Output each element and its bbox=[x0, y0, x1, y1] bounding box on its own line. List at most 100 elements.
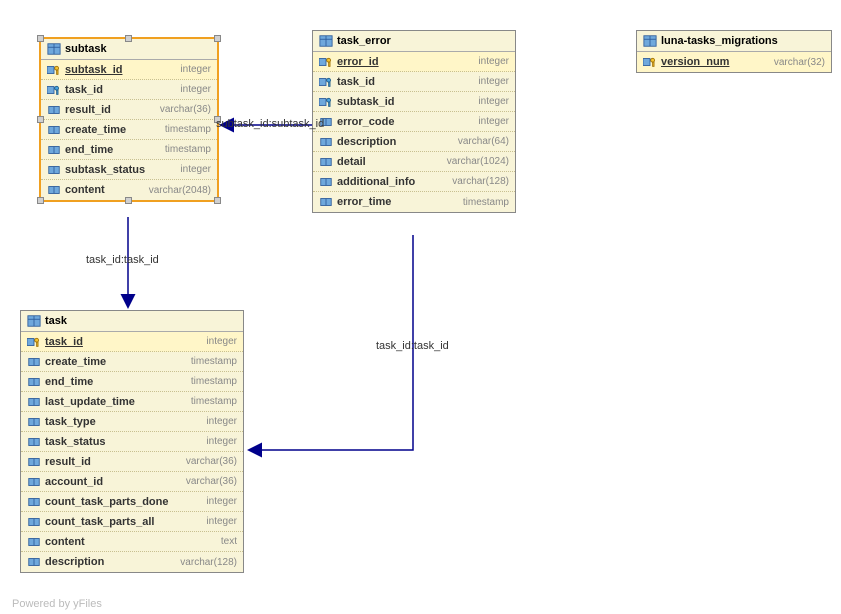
column-name: subtask_id bbox=[337, 96, 478, 108]
table-icon bbox=[47, 42, 61, 56]
column-type: varchar(36) bbox=[186, 476, 237, 487]
column-name: subtask_status bbox=[65, 164, 180, 176]
column-row[interactable]: end_timetimestamp bbox=[21, 372, 243, 392]
table-header: subtask bbox=[41, 39, 217, 60]
column-icon bbox=[319, 175, 333, 189]
column-icon bbox=[27, 415, 41, 429]
column-type: integer bbox=[478, 56, 509, 67]
column-type: timestamp bbox=[463, 197, 509, 208]
column-icon bbox=[27, 515, 41, 529]
column-row[interactable]: additional_infovarchar(128) bbox=[313, 172, 515, 192]
column-name: subtask_id bbox=[65, 64, 180, 76]
column-row[interactable]: detailvarchar(1024) bbox=[313, 152, 515, 172]
table-task[interactable]: task task_idintegercreate_timetimestampe… bbox=[20, 310, 244, 573]
column-row[interactable]: end_timetimestamp bbox=[41, 140, 217, 160]
column-row[interactable]: create_timetimestamp bbox=[21, 352, 243, 372]
table-header: task_error bbox=[313, 31, 515, 52]
table-title: luna-tasks_migrations bbox=[661, 35, 778, 47]
column-name: content bbox=[65, 184, 149, 196]
column-type: integer bbox=[206, 336, 237, 347]
table-header: task bbox=[21, 311, 243, 332]
column-type: integer bbox=[478, 76, 509, 87]
column-type: integer bbox=[206, 436, 237, 447]
column-type: varchar(1024) bbox=[447, 156, 509, 167]
footer-text: Powered by yFiles bbox=[12, 598, 102, 610]
column-row[interactable]: error_idinteger bbox=[313, 52, 515, 72]
column-row[interactable]: task_idinteger bbox=[313, 72, 515, 92]
column-name: create_time bbox=[45, 356, 191, 368]
column-type: varchar(64) bbox=[458, 136, 509, 147]
column-row[interactable]: result_idvarchar(36) bbox=[41, 100, 217, 120]
column-name: last_update_time bbox=[45, 396, 191, 408]
column-icon bbox=[27, 435, 41, 449]
table-title: subtask bbox=[65, 43, 107, 55]
column-name: task_id bbox=[45, 336, 206, 348]
column-icon bbox=[47, 123, 61, 137]
table-migrations[interactable]: luna-tasks_migrations version_numvarchar… bbox=[636, 30, 832, 73]
column-row[interactable]: subtask_idinteger bbox=[313, 92, 515, 112]
column-name: error_time bbox=[337, 196, 463, 208]
column-row[interactable]: create_timetimestamp bbox=[41, 120, 217, 140]
column-type: integer bbox=[206, 496, 237, 507]
column-row[interactable]: account_idvarchar(36) bbox=[21, 472, 243, 492]
column-name: version_num bbox=[661, 56, 774, 68]
primary-key-icon bbox=[643, 55, 657, 69]
column-row[interactable]: subtask_statusinteger bbox=[41, 160, 217, 180]
foreign-key-icon bbox=[319, 95, 333, 109]
column-type: timestamp bbox=[191, 376, 237, 387]
table-task-error[interactable]: task_error error_idintegertask_idinteger… bbox=[312, 30, 516, 213]
column-icon bbox=[27, 375, 41, 389]
column-name: additional_info bbox=[337, 176, 452, 188]
column-icon bbox=[27, 455, 41, 469]
column-row[interactable]: task_statusinteger bbox=[21, 432, 243, 452]
column-type: integer bbox=[180, 164, 211, 175]
column-row[interactable]: result_idvarchar(36) bbox=[21, 452, 243, 472]
column-type: integer bbox=[478, 116, 509, 127]
column-row[interactable]: error_codeinteger bbox=[313, 112, 515, 132]
column-icon bbox=[27, 555, 41, 569]
column-type: varchar(36) bbox=[160, 104, 211, 115]
column-row[interactable]: version_numvarchar(32) bbox=[637, 52, 831, 72]
column-row[interactable]: descriptionvarchar(128) bbox=[21, 552, 243, 572]
column-row[interactable]: task_idinteger bbox=[41, 80, 217, 100]
column-row[interactable]: count_task_parts_doneinteger bbox=[21, 492, 243, 512]
table-header: luna-tasks_migrations bbox=[637, 31, 831, 52]
column-type: timestamp bbox=[165, 144, 211, 155]
task-error-rows: error_idintegertask_idintegersubtask_idi… bbox=[313, 52, 515, 212]
column-row[interactable]: count_task_parts_allinteger bbox=[21, 512, 243, 532]
column-row[interactable]: subtask_idinteger bbox=[41, 60, 217, 80]
edge-label-e3: task_id:task_id bbox=[376, 340, 449, 352]
column-type: text bbox=[221, 536, 237, 547]
column-name: create_time bbox=[65, 124, 165, 136]
column-name: task_status bbox=[45, 436, 206, 448]
column-type: integer bbox=[478, 96, 509, 107]
column-name: account_id bbox=[45, 476, 186, 488]
primary-key-icon bbox=[47, 63, 61, 77]
column-row[interactable]: task_idinteger bbox=[21, 332, 243, 352]
column-icon bbox=[319, 155, 333, 169]
column-icon bbox=[27, 495, 41, 509]
table-title: task_error bbox=[337, 35, 391, 47]
column-name: end_time bbox=[65, 144, 165, 156]
column-row[interactable]: task_typeinteger bbox=[21, 412, 243, 432]
column-row[interactable]: descriptionvarchar(64) bbox=[313, 132, 515, 152]
column-row[interactable]: error_timetimestamp bbox=[313, 192, 515, 212]
column-name: end_time bbox=[45, 376, 191, 388]
table-subtask[interactable]: subtask subtask_idintegertask_idintegerr… bbox=[40, 38, 218, 201]
column-row[interactable]: contenttext bbox=[21, 532, 243, 552]
column-type: integer bbox=[206, 516, 237, 527]
table-title: task bbox=[45, 315, 67, 327]
column-type: timestamp bbox=[191, 396, 237, 407]
column-name: detail bbox=[337, 156, 447, 168]
column-type: integer bbox=[180, 64, 211, 75]
column-name: count_task_parts_all bbox=[45, 516, 206, 528]
task-rows: task_idintegercreate_timetimestampend_ti… bbox=[21, 332, 243, 572]
foreign-key-icon bbox=[319, 75, 333, 89]
column-type: varchar(36) bbox=[186, 456, 237, 467]
column-type: timestamp bbox=[165, 124, 211, 135]
table-icon bbox=[27, 314, 41, 328]
column-type: varchar(2048) bbox=[149, 185, 211, 196]
column-row[interactable]: last_update_timetimestamp bbox=[21, 392, 243, 412]
column-icon bbox=[47, 143, 61, 157]
column-icon bbox=[319, 195, 333, 209]
